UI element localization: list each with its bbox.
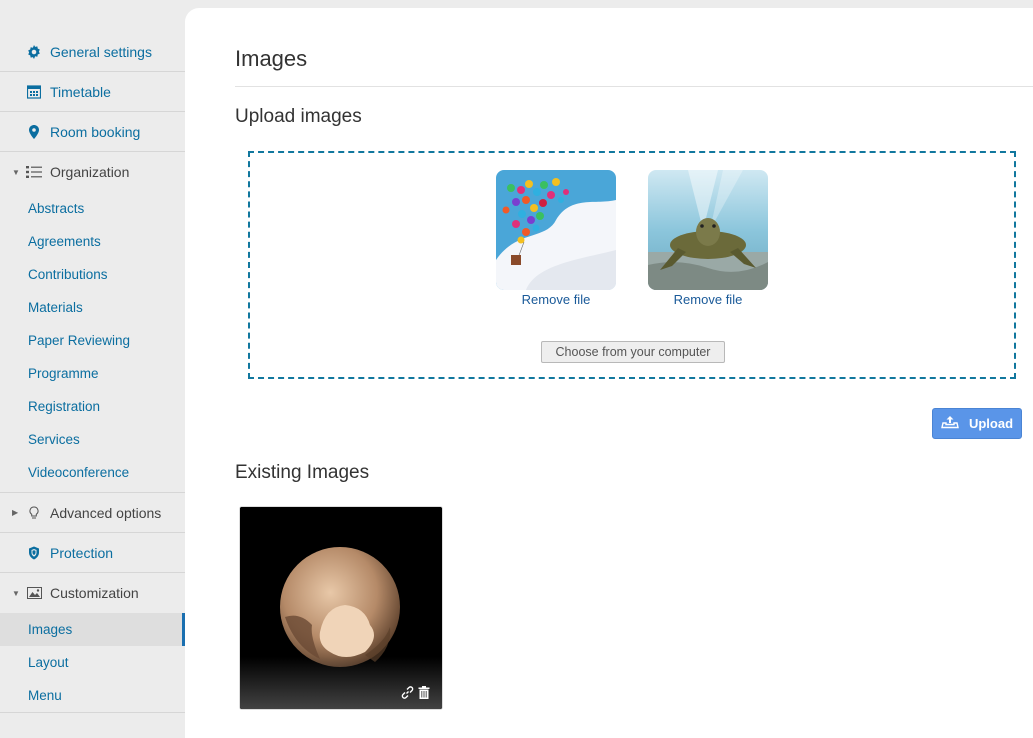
shield-icon (26, 546, 42, 560)
trash-icon[interactable] (418, 686, 430, 699)
lightbulb-icon (26, 505, 42, 520)
title-divider (235, 86, 1033, 87)
sidebar-item-services[interactable]: Services (0, 423, 185, 456)
sidebar-section-label: Advanced options (50, 504, 162, 521)
sidebar-menu: General settings Timetable Room booking … (0, 32, 185, 713)
caret-down-icon: ▼ (12, 588, 20, 598)
remove-file-link[interactable]: Remove file (648, 292, 768, 307)
sidebar-section-customization[interactable]: ▼ Customization (0, 573, 185, 613)
existing-images-title: Existing Images (235, 462, 370, 483)
sidebar-item-label: Protection (50, 544, 114, 561)
link-icon[interactable] (401, 686, 414, 699)
upload-dropzone[interactable]: Remove file Remove file Choose from your… (248, 151, 1016, 379)
map-pin-icon (26, 124, 42, 139)
sidebar-item-materials[interactable]: Materials (0, 291, 185, 324)
caret-right-icon: ▶ (12, 508, 19, 517)
image-actions (401, 686, 430, 699)
balloons-thumbnail (496, 170, 616, 290)
upload-section-title: Upload images (235, 106, 362, 127)
image-icon (26, 587, 42, 599)
organization-submenu: Abstracts Agreements Contributions Mater… (0, 192, 185, 493)
sidebar-section-label: Organization (50, 164, 130, 180)
file-preview: Remove file (496, 170, 616, 307)
file-preview: Remove file (648, 170, 768, 307)
main-panel: Images Upload images Remove file Remove … (185, 8, 1033, 738)
caret-down-icon: ▼ (12, 167, 20, 177)
remove-file-link[interactable]: Remove file (496, 292, 616, 307)
sidebar-item-paper-reviewing[interactable]: Paper Reviewing (0, 324, 185, 357)
sidebar-item-room-booking[interactable]: Room booking (0, 112, 185, 152)
sidebar: General settings Timetable Room booking … (0, 0, 185, 721)
existing-image-card[interactable] (239, 506, 443, 710)
sidebar-section-label: Customization (50, 585, 139, 601)
sidebar-item-images[interactable]: Images (0, 613, 185, 646)
sidebar-item-label: General settings (50, 43, 152, 60)
page-title: Images (235, 46, 308, 71)
sidebar-item-menu[interactable]: Menu (0, 679, 185, 712)
choose-file-button[interactable]: Choose from your computer (541, 341, 725, 363)
calendar-icon (26, 84, 42, 99)
sidebar-item-layout[interactable]: Layout (0, 646, 185, 679)
sidebar-section-organization[interactable]: ▼ Organization (0, 152, 185, 192)
sidebar-item-programme[interactable]: Programme (0, 357, 185, 390)
card-overlay (240, 657, 442, 709)
sidebar-item-agreements[interactable]: Agreements (0, 225, 185, 258)
sidebar-item-videoconference[interactable]: Videoconference (0, 456, 185, 492)
upload-button[interactable]: Upload (932, 408, 1022, 439)
sidebar-item-general-settings[interactable]: General settings (0, 32, 185, 72)
turtle-thumbnail (648, 170, 768, 290)
sidebar-section-advanced-options[interactable]: ▶ Advanced options (0, 493, 185, 533)
sidebar-item-contributions[interactable]: Contributions (0, 258, 185, 291)
gear-icon (26, 44, 42, 59)
sidebar-item-protection[interactable]: Protection (0, 533, 185, 573)
sidebar-item-label: Room booking (50, 123, 141, 140)
sidebar-item-registration[interactable]: Registration (0, 390, 185, 423)
customization-submenu: Images Layout Menu (0, 613, 185, 713)
upload-icon (941, 415, 959, 432)
upload-button-label: Upload (968, 416, 1014, 431)
sidebar-item-label: Timetable (50, 83, 111, 100)
sidebar-item-timetable[interactable]: Timetable (0, 72, 185, 112)
list-icon (26, 165, 42, 179)
sidebar-item-abstracts[interactable]: Abstracts (0, 192, 185, 225)
